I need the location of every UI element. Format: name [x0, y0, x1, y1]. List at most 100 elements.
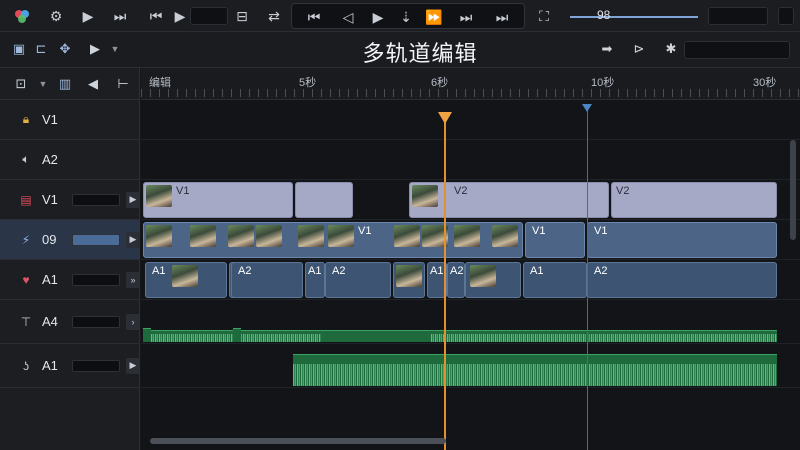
audio-clip[interactable]: A2: [231, 262, 303, 298]
skip-back-icon[interactable]: ⏮: [144, 4, 168, 28]
swap-icon[interactable]: ⇄: [262, 4, 286, 28]
audio-clip[interactable]: A1: [145, 262, 227, 298]
track-play-icon[interactable]: ▶: [126, 357, 140, 374]
audio-clip[interactable]: A2: [587, 262, 777, 298]
audio-hook-icon[interactable]: ʖ: [16, 359, 36, 373]
heart-icon[interactable]: ♥: [16, 273, 36, 287]
track-level-meter[interactable]: [72, 233, 120, 246]
track-forward-icon[interactable]: »: [126, 271, 140, 288]
zoom-slider[interactable]: [570, 16, 698, 18]
track-header-column: ⊡ ▼ ▥ ◀ ⊢ 🔒︎ V1 🔈︎ A2 ▤ V1 ▶ ⚡︎ 09 ▶ ♥ A…: [0, 68, 140, 450]
horizontal-scrollbar[interactable]: [150, 438, 446, 444]
vertical-scrollbar[interactable]: [790, 140, 796, 240]
track-name: A2: [42, 152, 58, 167]
track-chevron-icon[interactable]: ›: [126, 313, 140, 330]
playhead[interactable]: [444, 112, 446, 450]
track-level-meter[interactable]: [72, 359, 120, 372]
track-header[interactable]: 🔒︎ V1: [0, 100, 140, 140]
fast-forward-icon[interactable]: ⏩: [422, 5, 446, 29]
track-header[interactable]: 🔈︎ A2: [0, 140, 140, 180]
track-level-meter[interactable]: [72, 273, 120, 286]
play-icon[interactable]: ▶: [366, 5, 390, 29]
play-icon[interactable]: ▶: [168, 4, 192, 28]
minus-icon[interactable]: ⊟: [230, 4, 254, 28]
panel-view-icon[interactable]: ▣: [8, 38, 30, 60]
film-icon[interactable]: ▤: [16, 193, 36, 207]
track-lane[interactable]: [141, 300, 800, 344]
step-forward-icon[interactable]: ⏭: [108, 4, 132, 28]
fullscreen-icon[interactable]: ⛶: [532, 4, 556, 28]
clip-label: V1: [176, 185, 190, 197]
track-header[interactable]: ▤ V1 ▶: [0, 180, 140, 220]
track-lane[interactable]: V1 V2 V2: [141, 180, 800, 220]
track-lane[interactable]: [141, 140, 800, 180]
play-mode-icon[interactable]: ▶: [84, 38, 106, 60]
audio-waveform-clip[interactable]: [293, 354, 777, 386]
video-clip[interactable]: V1: [143, 182, 293, 218]
track-level-meter[interactable]: [72, 193, 120, 206]
track-lane[interactable]: [141, 100, 800, 140]
prev-icon[interactable]: ◀: [82, 73, 104, 95]
timeline-marker-line[interactable]: [587, 104, 588, 450]
video-clip[interactable]: V1: [587, 222, 777, 258]
timeline-view-icon[interactable]: ⊏: [30, 38, 52, 60]
chevron-down-icon[interactable]: ▼: [32, 73, 54, 95]
play-icon[interactable]: ▶: [76, 4, 100, 28]
clip-label: V1: [358, 225, 372, 237]
audio-clip[interactable]: A2: [447, 262, 465, 298]
track-header[interactable]: ⊤ A4 ›: [0, 300, 140, 344]
clip-thumbnail: [172, 265, 198, 287]
jump-end-icon[interactable]: ⏭: [490, 5, 514, 29]
track-level-meter[interactable]: [72, 315, 120, 328]
prev-frame-icon[interactable]: ◁: [336, 5, 360, 29]
settings-icon[interactable]: ⚙: [44, 4, 68, 28]
snap-icon[interactable]: ⊡: [10, 73, 32, 95]
audio-clip[interactable]: A1: [523, 262, 587, 298]
marker-down-icon[interactable]: ⇣: [394, 5, 418, 29]
playhead-handle-icon[interactable]: [438, 112, 452, 124]
track-header[interactable]: ♥ A1 »: [0, 260, 140, 300]
clip-thumbnail: [492, 225, 518, 247]
flag-icon[interactable]: ⊳: [628, 38, 650, 60]
search-field[interactable]: [684, 41, 790, 59]
chevron-down-icon[interactable]: ▼: [104, 38, 126, 60]
track-lane[interactable]: [141, 344, 800, 388]
video-clip[interactable]: [295, 182, 353, 218]
track-lane[interactable]: V1 V1 V1: [141, 220, 800, 260]
clip-thumbnail: [146, 185, 172, 207]
next-marker-icon[interactable]: ⊢: [112, 73, 134, 95]
volume-field[interactable]: [708, 7, 768, 25]
audio-clip[interactable]: A2: [325, 262, 391, 298]
audio-clip[interactable]: A1: [305, 262, 325, 298]
jump-start-icon[interactable]: ⏮: [302, 5, 326, 29]
lock-icon[interactable]: 🔒︎: [16, 112, 36, 127]
clip-thumbnail: [228, 225, 254, 247]
timeline-area[interactable]: 编辑 5秒 6秒 10秒 30秒 V1 V2 V2 V1 V1 V1 A1 A2…: [141, 68, 800, 450]
clip-label: A1: [152, 265, 166, 277]
timeline-marker-icon[interactable]: [582, 104, 592, 112]
effects-icon[interactable]: ⚡︎: [16, 233, 36, 247]
next-frame-icon[interactable]: ⏭: [454, 5, 478, 29]
video-clip[interactable]: V1: [143, 222, 523, 258]
waveform-icon[interactable]: ✱: [660, 38, 682, 60]
track-header[interactable]: ʖ A1 ▶: [0, 344, 140, 388]
track-header-selected[interactable]: ⚡︎ 09 ▶: [0, 220, 140, 260]
track-play-icon[interactable]: ▶: [126, 191, 140, 208]
arrow-right-icon[interactable]: ➡: [596, 38, 618, 60]
speaker-icon[interactable]: 🔈︎: [16, 152, 36, 167]
audio-clip[interactable]: [465, 262, 521, 298]
app-logo-icon[interactable]: [10, 4, 34, 28]
time-ruler[interactable]: 编辑 5秒 6秒 10秒 30秒: [141, 68, 800, 100]
levels-icon[interactable]: ▥: [54, 73, 76, 95]
mic-icon[interactable]: ⊤: [16, 315, 36, 329]
editor-header: ▣ ⊏ ✥ ▶ ▼ 多轨道编辑 ➡ ⊳ ✱: [0, 32, 800, 68]
video-clip[interactable]: V1: [525, 222, 585, 258]
video-clip[interactable]: V2: [611, 182, 777, 218]
track-play-icon[interactable]: ▶: [126, 231, 140, 248]
video-clip[interactable]: V2: [409, 182, 609, 218]
timecode-field[interactable]: [190, 7, 228, 25]
puzzle-icon[interactable]: ✥: [54, 38, 76, 60]
end-field[interactable]: [778, 7, 794, 25]
audio-clip[interactable]: [393, 262, 425, 298]
track-lane[interactable]: A1 A1 A2 A1 A2 A1 A2: [141, 260, 800, 300]
